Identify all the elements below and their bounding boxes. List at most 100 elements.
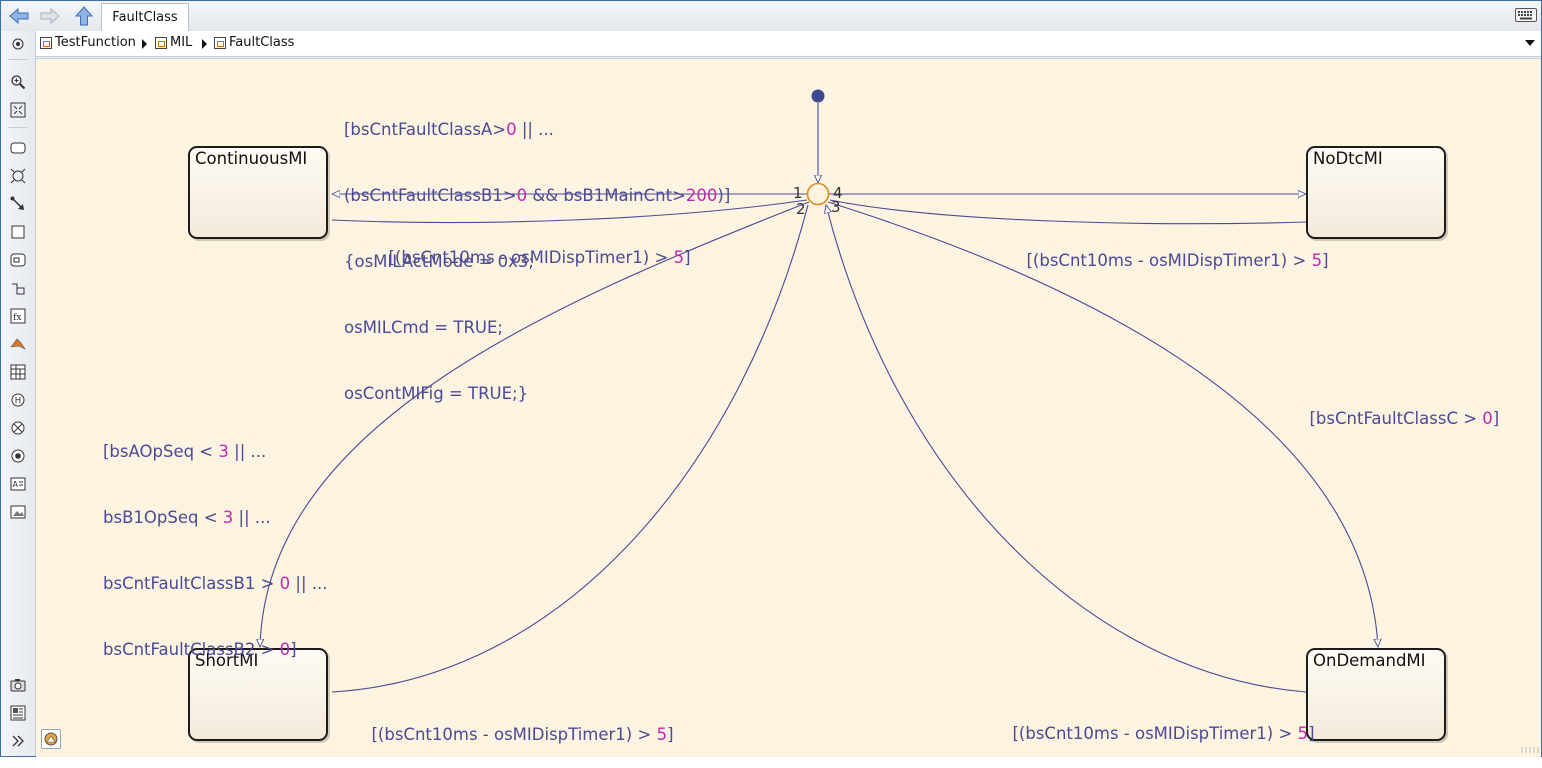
breadcrumb-item-faultclass[interactable]: FaultClass: [214, 35, 294, 50]
label-number: 200: [685, 186, 718, 205]
truth-table-icon[interactable]: [10, 364, 26, 380]
transition-label-timer-continuous[interactable]: [(bsCnt10ms - osMIDispTimer1) > 5]: [357, 225, 691, 291]
label-text: ]: [684, 248, 691, 267]
breadcrumb-label: MIL: [170, 35, 193, 50]
subsystem-icon: [155, 36, 167, 49]
up-button[interactable]: [72, 5, 96, 27]
chart-icon: [214, 36, 226, 49]
label-text: [bsCntFaultClassC >: [1309, 409, 1483, 428]
up-arrow-icon: [74, 6, 94, 26]
palette-divider: [8, 127, 28, 128]
resize-grip-icon[interactable]: [1521, 746, 1539, 754]
explorer-icon[interactable]: [10, 705, 26, 721]
label-text: ]: [1492, 409, 1500, 428]
label-number: 5: [656, 725, 668, 744]
label-text: bsB1OpSeq <: [103, 508, 223, 527]
label-text: [bsAOpSeq <: [103, 442, 219, 461]
more-icon[interactable]: [10, 733, 26, 749]
matlab-logo-icon[interactable]: [10, 336, 26, 352]
svg-text:fx: fx: [13, 313, 21, 323]
label-number: 0: [1482, 409, 1493, 428]
label-text: ]: [667, 725, 674, 744]
default-transition-dot[interactable]: [811, 89, 825, 103]
forward-button[interactable]: [38, 5, 62, 27]
state-name: NoDtcMI: [1313, 149, 1383, 168]
state-nodtcmi[interactable]: NoDtcMI: [1306, 146, 1446, 239]
state-name: OnDemandMI: [1313, 651, 1426, 670]
chevron-down-icon[interactable]: [1525, 40, 1535, 46]
keyboard-icon[interactable]: [1515, 7, 1537, 26]
state-ondemandmi[interactable]: OnDemandMI: [1306, 648, 1446, 741]
breadcrumb-label: FaultClass: [229, 35, 295, 50]
view-marks-button[interactable]: [41, 729, 61, 749]
breadcrumb-item-testfunction[interactable]: TestFunction: [40, 35, 136, 50]
label-text: ]: [1308, 724, 1315, 743]
state-continuousmi[interactable]: ContinuousMI: [188, 146, 328, 239]
zoom-icon[interactable]: [10, 74, 26, 90]
label-text: osContMIFig = TRUE;}: [344, 384, 529, 403]
fit-view-icon[interactable]: [10, 102, 26, 118]
transition-label-short-guard[interactable]: [bsAOpSeq < 3 || ... bsB1OpSeq < 3 || ..…: [103, 397, 328, 705]
snapshot-icon[interactable]: [10, 677, 26, 693]
label-text: ]: [290, 640, 297, 659]
simulink-function-icon[interactable]: [10, 280, 26, 296]
junction-icon[interactable]: [10, 168, 26, 184]
transition-order-2: 2: [796, 200, 806, 218]
label-text: )]: [717, 186, 731, 205]
forward-arrow-icon: [40, 7, 60, 25]
history-junction-icon[interactable]: H: [10, 392, 26, 408]
back-button[interactable]: [7, 5, 31, 27]
label-text: bsCntFaultClassB2 >: [103, 640, 280, 659]
svg-text:A: A: [13, 480, 19, 489]
label-number: 5: [1311, 251, 1323, 270]
matlab-function-icon[interactable]: fx: [10, 308, 26, 324]
label-text: [(bsCnt10ms - osMIDispTimer1) >: [371, 725, 657, 744]
breadcrumb-label: TestFunction: [55, 35, 136, 50]
box-icon[interactable]: [10, 224, 26, 240]
object-palette: fx H A: [1, 31, 36, 756]
label-number: 0: [506, 120, 517, 139]
label-number: 0: [279, 574, 291, 593]
label-number: 0: [279, 640, 291, 659]
hide-show-icon[interactable]: [10, 36, 26, 52]
state-icon[interactable]: [10, 140, 26, 156]
transition-label-timer-nodtc[interactable]: [(bsCnt10ms - osMIDispTimer1) > 5]: [995, 228, 1329, 294]
entry-junction-icon[interactable]: [10, 448, 26, 464]
stateflow-editor-window: FaultClass TestFunction MIL FaultClass f…: [0, 0, 1542, 757]
transition-icon[interactable]: [10, 196, 26, 212]
chart-canvas[interactable]: 1 2 3 4 ContinuousMI NoDtcMI ShortMI OnD…: [36, 58, 1541, 757]
subchart-icon[interactable]: [10, 252, 26, 268]
label-text: [bsCntFaultClassA>: [344, 120, 507, 139]
tab-bar: FaultClass: [1, 1, 1541, 32]
transition-label-ondemand-guard[interactable]: [bsCntFaultClassC > 0]: [1278, 386, 1499, 452]
label-text: ]: [1322, 251, 1329, 270]
label-text: || ...: [233, 508, 271, 527]
label-number: 0: [516, 186, 528, 205]
label-number: 3: [222, 508, 234, 527]
transition-nodtc-to-junction[interactable]: [829, 199, 1308, 225]
label-text: || ...: [228, 442, 267, 461]
connective-junction[interactable]: [806, 182, 830, 206]
label-text: osMILCmd = TRUE;: [344, 318, 503, 337]
label-text: bsCntFaultClassB1 >: [103, 574, 280, 593]
label-text: && bsB1MainCnt>: [527, 186, 686, 205]
label-text: [(bsCnt10ms - osMIDispTimer1) >: [1012, 724, 1298, 743]
transition-order-4: 4: [833, 184, 843, 202]
chevron-right-icon[interactable]: [142, 39, 147, 49]
label-number: 3: [218, 442, 229, 461]
chevron-right-icon[interactable]: [202, 39, 207, 49]
svg-text:H: H: [15, 397, 21, 407]
breadcrumb-item-mil[interactable]: MIL: [155, 35, 192, 50]
back-arrow-icon: [9, 7, 29, 25]
transition-label-timer-ondemand[interactable]: [(bsCnt10ms - osMIDispTimer1) > 5]: [981, 701, 1315, 767]
label-text: (bsCntFaultClassB1>: [344, 186, 517, 205]
exit-junction-icon[interactable]: [10, 420, 26, 436]
palette-divider: [8, 59, 28, 60]
image-icon[interactable]: [10, 504, 26, 520]
label-number: 5: [1297, 724, 1309, 743]
transition-label-timer-short[interactable]: [(bsCnt10ms - osMIDispTimer1) > 5]: [340, 702, 674, 768]
label-number: 5: [673, 248, 685, 267]
annotation-icon[interactable]: A: [10, 476, 26, 492]
tab-faultclass[interactable]: FaultClass: [101, 3, 189, 31]
state-name: ContinuousMI: [195, 149, 308, 168]
